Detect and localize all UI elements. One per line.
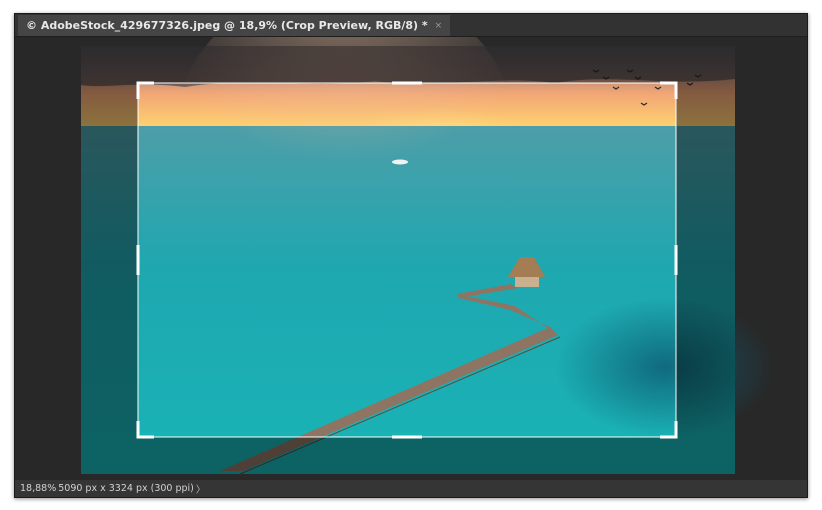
photo-image: [81, 37, 775, 475]
status-bar: 18,88% 5090 px x 3324 px (300 ppi) 〉: [15, 480, 807, 497]
document-tab-bar: © AdobeStock_429677326.jpeg @ 18,9% (Cro…: [15, 14, 807, 37]
canvas-area[interactable]: [15, 37, 807, 480]
boat: [392, 159, 408, 165]
document-info: 5090 px x 3324 px (300 ppi): [58, 483, 194, 494]
chevron-right-icon[interactable]: 〉: [196, 482, 206, 496]
document-tab-title: © AdobeStock_429677326.jpeg @ 18,9% (Cro…: [26, 19, 428, 32]
photoshop-document-window: © AdobeStock_429677326.jpeg @ 18,9% (Cro…: [14, 13, 808, 498]
close-icon[interactable]: ×: [435, 21, 443, 31]
zoom-level[interactable]: 18,88%: [20, 483, 56, 494]
document-tab[interactable]: © AdobeStock_429677326.jpeg @ 18,9% (Cro…: [18, 15, 451, 36]
reef-shadow: [555, 297, 775, 437]
canvas-svg[interactable]: [15, 37, 807, 480]
